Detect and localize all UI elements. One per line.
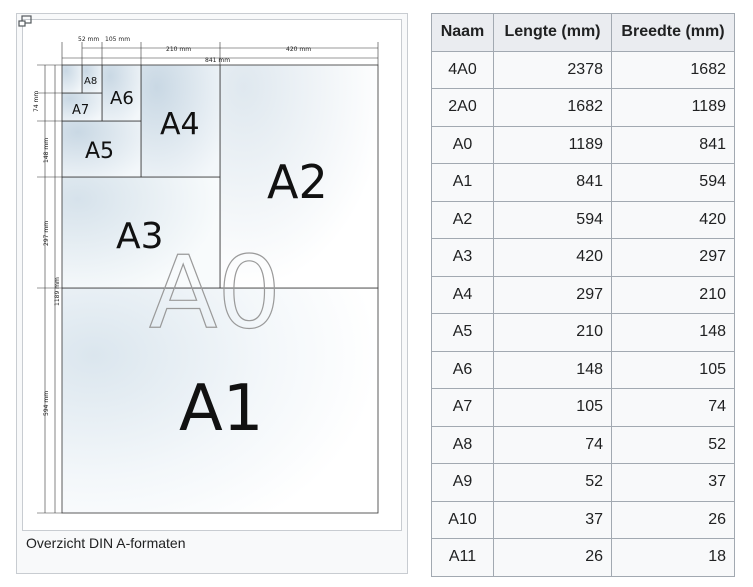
table-row: 4A0 2378 1682 [431,50,735,89]
table-row: A5 210 148 [431,313,735,352]
cell-lengte: 74 [493,425,612,464]
cell-lengte: 210 [493,313,612,352]
cell-lengte: 841 [493,163,612,202]
cell-lengte: 52 [493,463,612,502]
cell-breedte: 37 [611,463,735,502]
cell-breedte: 26 [611,500,735,539]
paper-a8b [61,64,83,94]
table-row: A0 1189 841 [431,125,735,164]
cell-naam: 2A0 [431,88,494,127]
dim-w841: 841 mm [205,57,230,64]
cell-lengte: 37 [493,500,612,539]
cell-naam: A4 [431,275,494,314]
cell-lengte: 148 [493,350,612,389]
cell-breedte: 1189 [611,88,735,127]
paper-sizes-diagram[interactable]: A0 A1 A2 A3 A4 A5 A6 A7 A8 52 mm 105 mm … [22,19,402,531]
cell-breedte: 18 [611,538,735,577]
paper-sizes-table: Naam Lengte (mm) Breedte (mm) 4A0 2378 168… [431,13,735,577]
cell-lengte: 1682 [493,88,612,127]
column-header-lengte: Lengte (mm) [493,13,612,52]
dim-h297: 297 mm [43,221,50,246]
table-row: A10 37 26 [431,500,735,539]
label-a5: A5 [85,139,114,164]
label-a7: A7 [72,103,89,118]
cell-lengte: 297 [493,275,612,314]
label-a1: A1 [179,372,264,446]
paper-sizes-svg: A0 A1 A2 A3 A4 A5 A6 A7 A8 52 mm 105 mm … [33,36,379,514]
column-header-naam: Naam [431,13,494,52]
cell-naam: A3 [431,238,494,277]
cell-naam: 4A0 [431,50,494,89]
dim-h594: 594 mm [43,391,50,416]
label-a3: A3 [116,216,164,257]
dim-h1189: 1189 mm [54,277,61,306]
cell-naam: A6 [431,350,494,389]
label-a2: A2 [267,155,328,209]
cell-breedte: 105 [611,350,735,389]
dim-h148: 148 mm [43,138,50,163]
cell-breedte: 594 [611,163,735,202]
cell-lengte: 594 [493,200,612,239]
cell-naam: A5 [431,313,494,352]
magnify-icon[interactable] [17,14,33,30]
table-row: A8 74 52 [431,425,735,464]
cell-lengte: 1189 [493,125,612,164]
table-row: A11 26 18 [431,538,735,577]
table-header-row: Naam Lengte (mm) Breedte (mm) [431,13,735,52]
table-row: A6 148 105 [431,350,735,389]
cell-lengte: 26 [493,538,612,577]
cell-naam: A10 [431,500,494,539]
cell-breedte: 420 [611,200,735,239]
label-a0: A0 [149,234,281,351]
cell-naam: A1 [431,163,494,202]
label-a8: A8 [84,76,97,87]
column-header-breedte: Breedte (mm) [611,13,735,52]
cell-naam: A2 [431,200,494,239]
label-a4: A4 [160,107,200,142]
cell-lengte: 2378 [493,50,612,89]
cell-naam: A11 [431,538,494,577]
cell-breedte: 74 [611,388,735,427]
figure-caption: Overzicht DIN A-formaten [26,535,186,551]
cell-naam: A0 [431,125,494,164]
table-row: A9 52 37 [431,463,735,502]
cell-breedte: 297 [611,238,735,277]
table-row: A1 841 594 [431,163,735,202]
figure-thumbnail: A0 A1 A2 A3 A4 A5 A6 A7 A8 52 mm 105 mm … [16,13,408,574]
cell-naam: A9 [431,463,494,502]
dim-h74: 74 mm [33,91,40,112]
table-row: A4 297 210 [431,275,735,314]
cell-lengte: 420 [493,238,612,277]
cell-breedte: 148 [611,313,735,352]
table-row: A3 420 297 [431,238,735,277]
table-row: 2A0 1682 1189 [431,88,735,127]
cell-breedte: 52 [611,425,735,464]
cell-naam: A8 [431,425,494,464]
cell-naam: A7 [431,388,494,427]
dim-w105: 105 mm [105,36,130,43]
dim-w210: 210 mm [166,46,191,53]
dim-w420: 420 mm [286,46,311,53]
table-row: A7 105 74 [431,388,735,427]
table-row: A2 594 420 [431,200,735,239]
label-a6: A6 [110,88,134,109]
cell-breedte: 210 [611,275,735,314]
cell-breedte: 841 [611,125,735,164]
cell-breedte: 1682 [611,50,735,89]
dim-w52: 52 mm [78,36,99,43]
cell-lengte: 105 [493,388,612,427]
